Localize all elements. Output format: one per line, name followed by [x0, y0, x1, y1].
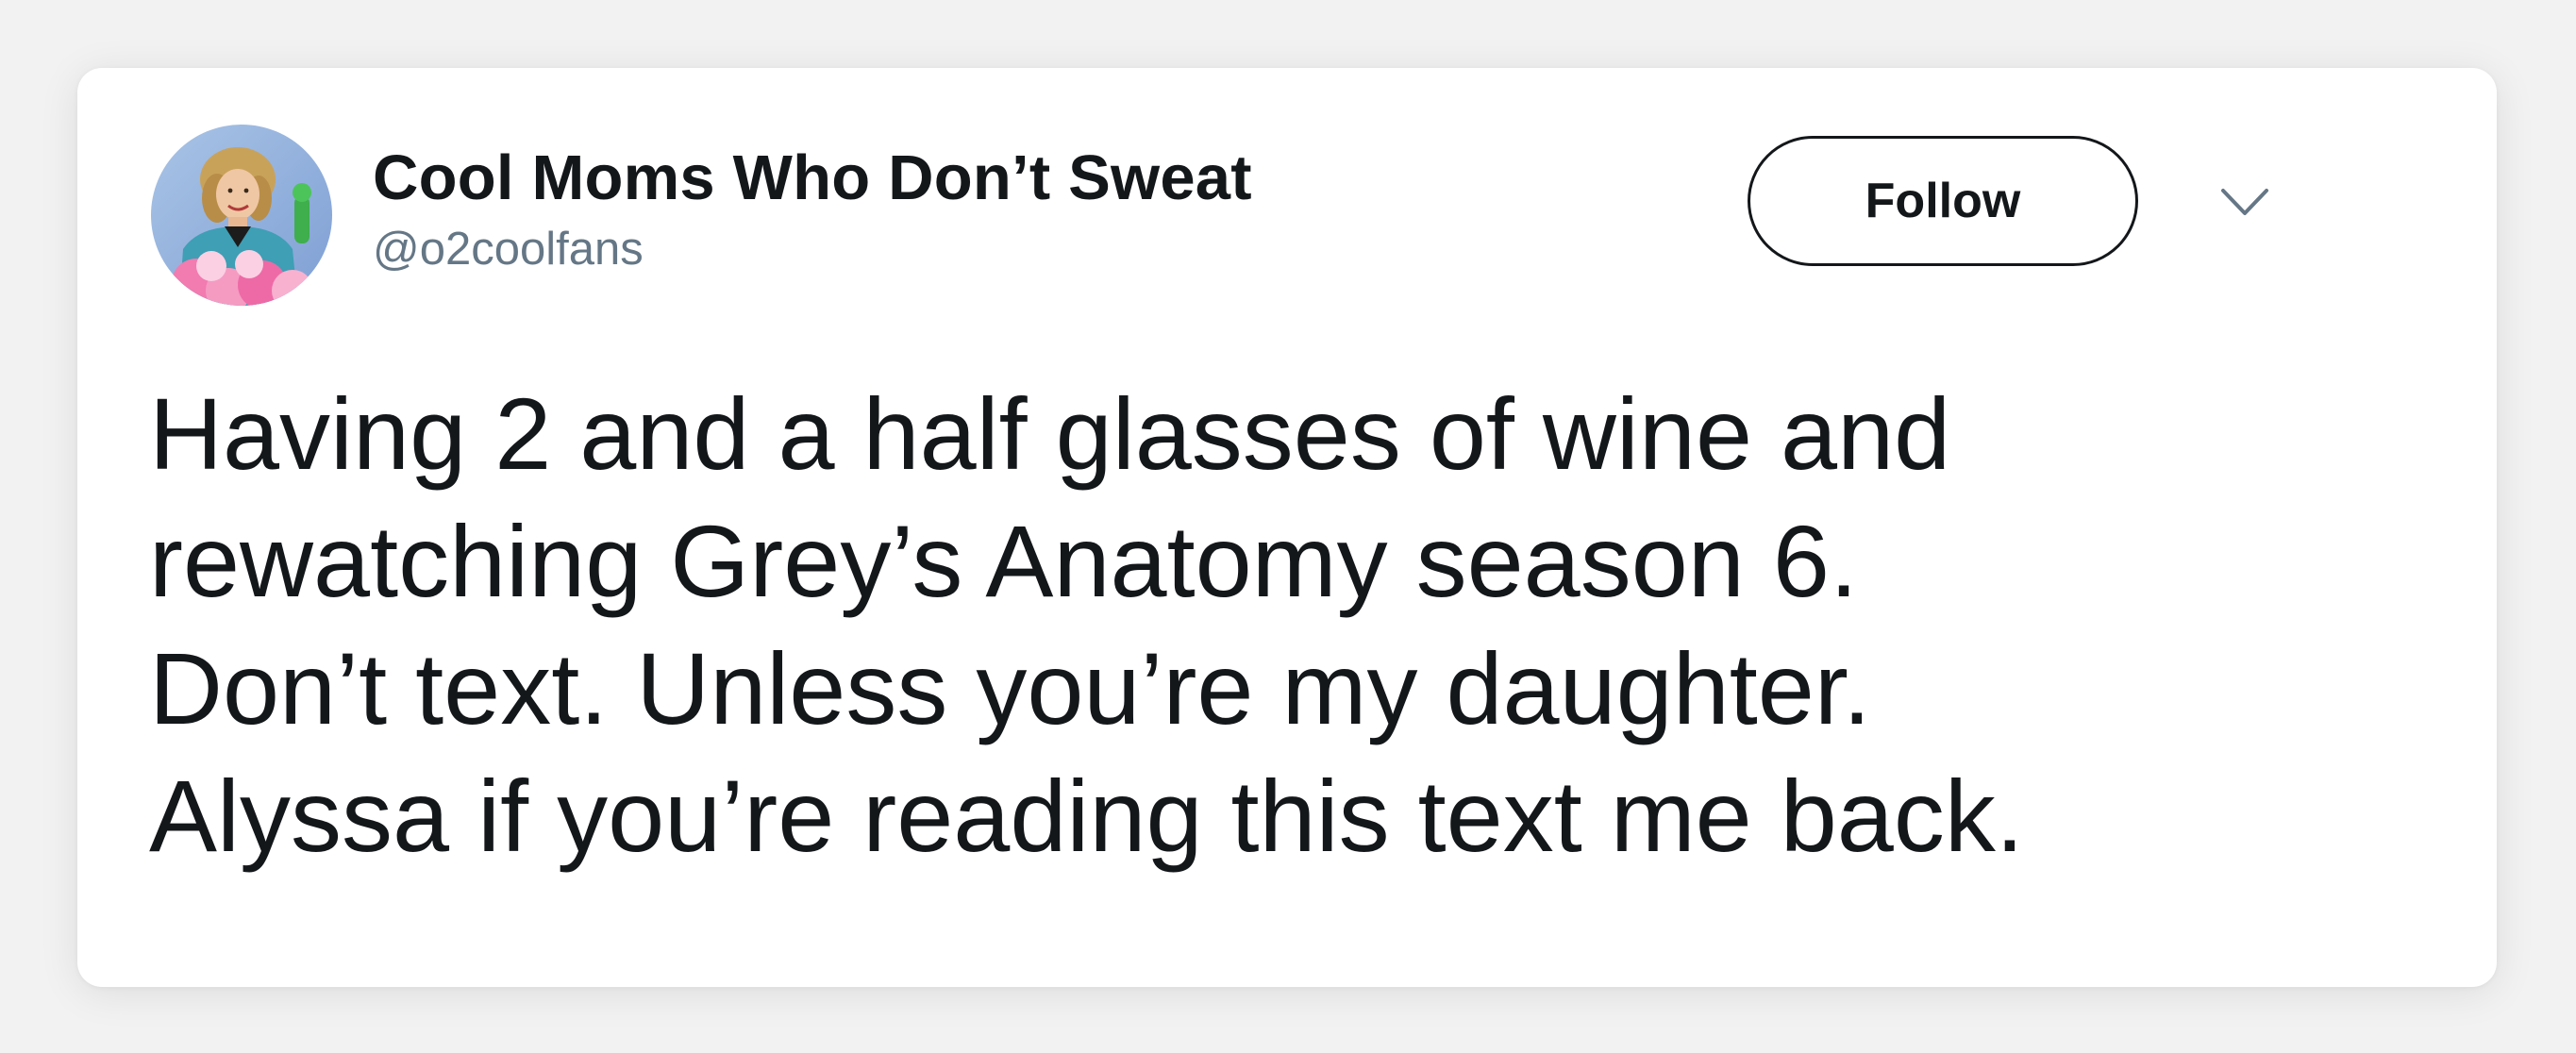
avatar[interactable] [151, 125, 332, 306]
author-handle[interactable]: @o2coolfans [373, 223, 644, 276]
tweet-text-line: Alyssa if you’re reading this text me ba… [149, 759, 2024, 873]
tweet-text-line: Don’t text. Unless you’re my daughter. [149, 631, 1871, 745]
chevron-down-icon[interactable] [2210, 166, 2280, 236]
avatar-photo [151, 125, 332, 306]
tweet-text-line: rewatching Grey’s Anatomy season 6. [149, 504, 1858, 618]
tweet-text: Having 2 and a half glasses of wine and … [149, 370, 2395, 879]
author-display-name[interactable]: Cool Moms Who Don’t Sweat [373, 142, 1252, 214]
tweet-text-line: Having 2 and a half glasses of wine and [149, 376, 1951, 491]
follow-button[interactable]: Follow [1748, 136, 2138, 266]
